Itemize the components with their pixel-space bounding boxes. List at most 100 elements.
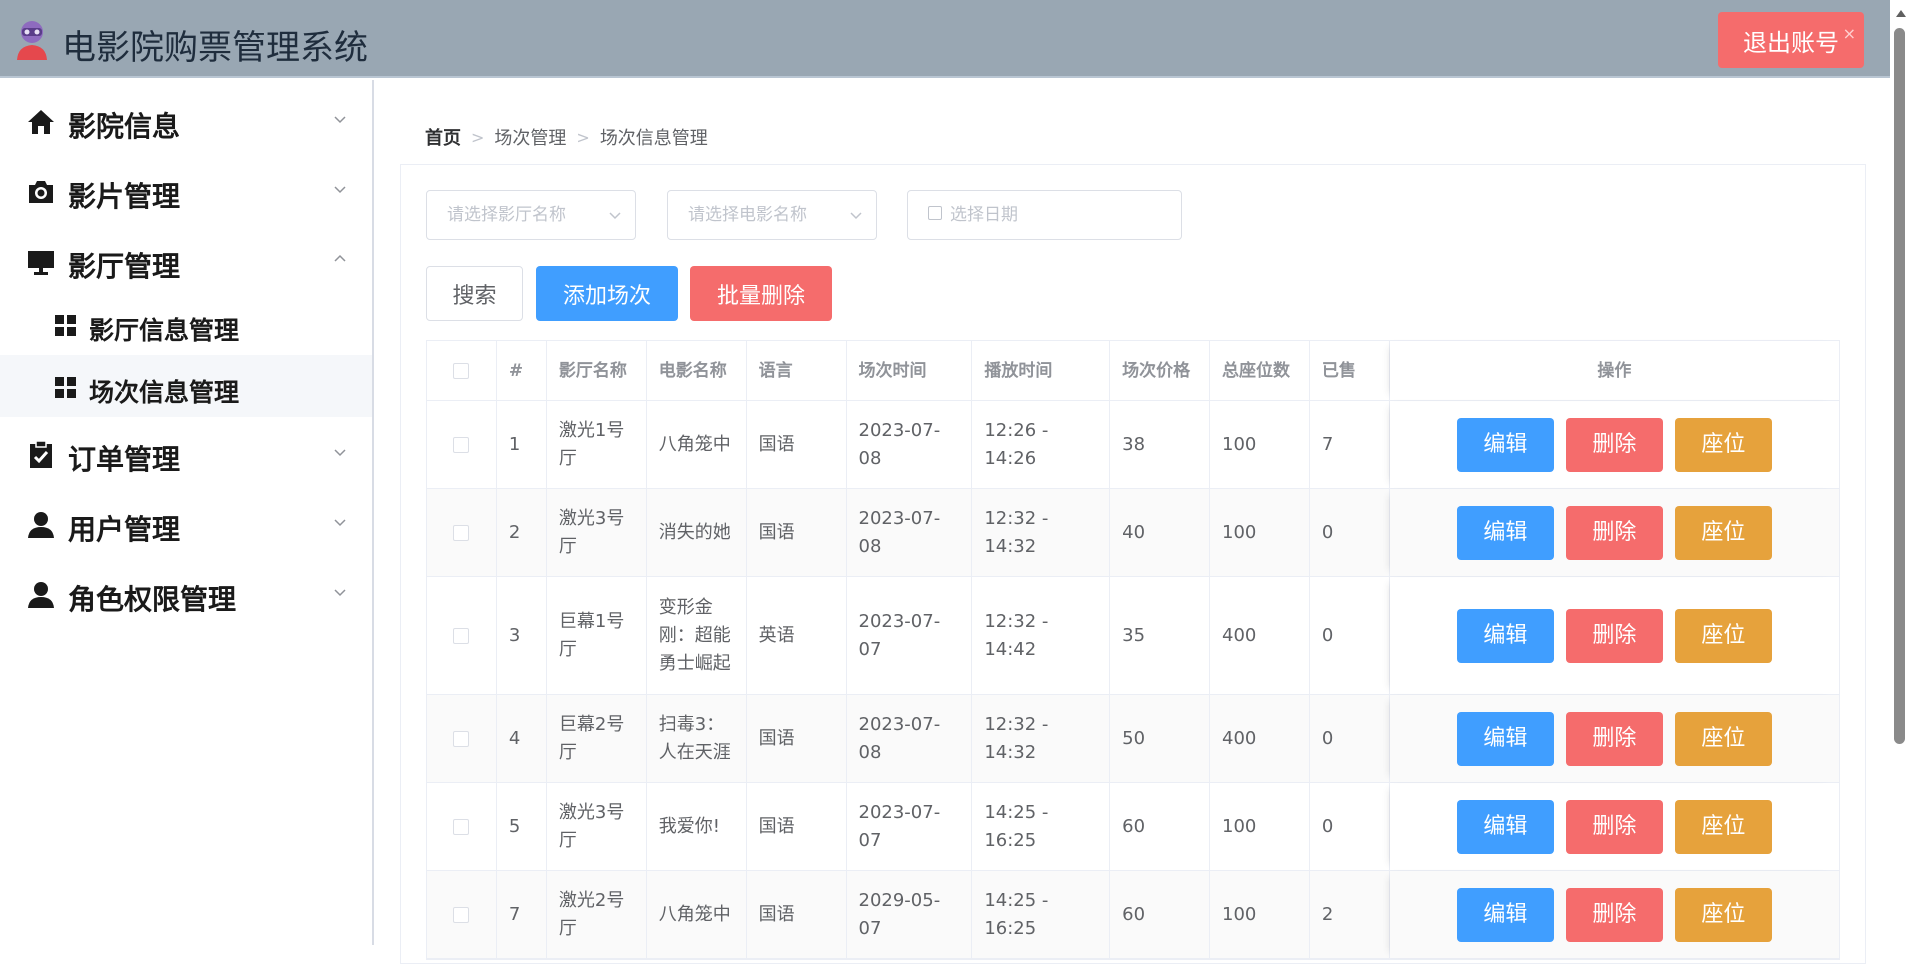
grid-icon bbox=[55, 377, 76, 398]
menu-user-management[interactable]: 用户管理 bbox=[0, 492, 372, 554]
menu-label: 影厅管理 bbox=[68, 250, 181, 283]
camera-icon bbox=[29, 181, 53, 203]
sidebar: 影院信息 影片管理 影厅管理 影厅信息管理 场次信息管理 订单管理 用户管理 角… bbox=[0, 80, 374, 945]
hall-select[interactable]: 请选择影厅名称 bbox=[426, 190, 636, 240]
menu-order-management[interactable]: 订单管理 bbox=[0, 422, 372, 484]
chevron-down-icon bbox=[850, 212, 862, 220]
delete-button[interactable]: 删除 bbox=[1565, 887, 1663, 942]
cell-price: 40 bbox=[1110, 489, 1210, 576]
header-price: 场次价格 bbox=[1110, 341, 1210, 400]
breadcrumb-session-management: 场次管理 bbox=[494, 128, 567, 149]
row-select-cell bbox=[427, 577, 497, 694]
cell-hall: 巨幕1号厅 bbox=[547, 577, 647, 694]
edit-button[interactable]: 编辑 bbox=[1456, 505, 1554, 560]
chevron-up-icon bbox=[334, 254, 346, 262]
search-button-label: 搜索 bbox=[452, 283, 497, 309]
edit-button[interactable]: 编辑 bbox=[1456, 608, 1554, 663]
delete-button[interactable]: 删除 bbox=[1565, 711, 1663, 766]
logout-button[interactable]: 退出账号 × bbox=[1718, 12, 1864, 68]
home-icon bbox=[28, 110, 54, 134]
cell-movie: 变形金刚：超能勇士崛起 bbox=[647, 577, 747, 694]
submenu-label: 影厅信息管理 bbox=[89, 316, 240, 345]
scrollbar-thumb[interactable] bbox=[1894, 28, 1905, 744]
cell-sold: 7 bbox=[1310, 401, 1390, 488]
cell-time: 12:32 - 14:32 bbox=[972, 489, 1111, 576]
chevron-down-icon bbox=[334, 116, 346, 124]
cell-sold: 0 bbox=[1310, 577, 1390, 694]
breadcrumb-session-info: 场次信息管理 bbox=[599, 128, 708, 149]
seat-button[interactable]: 座位 bbox=[1674, 711, 1772, 766]
seat-button[interactable]: 座位 bbox=[1674, 417, 1772, 472]
header-sold: 已售 bbox=[1310, 341, 1390, 400]
batch-delete-button[interactable]: 批量删除 bbox=[690, 266, 832, 321]
breadcrumb-home[interactable]: 首页 bbox=[425, 124, 461, 150]
seat-button[interactable]: 座位 bbox=[1674, 505, 1772, 560]
cell-language: 国语 bbox=[747, 489, 847, 576]
edit-button[interactable]: 编辑 bbox=[1456, 417, 1554, 472]
chevron-down-icon bbox=[334, 589, 346, 597]
cell-movie: 扫毒3：人在天涯 bbox=[647, 695, 747, 782]
user-icon bbox=[28, 512, 54, 538]
delete-button[interactable]: 删除 bbox=[1565, 505, 1663, 560]
row-select-cell bbox=[427, 489, 497, 576]
submenu-session-info[interactable]: 场次信息管理 bbox=[0, 355, 372, 417]
cell-sold: 0 bbox=[1310, 695, 1390, 782]
breadcrumb: 首页 > 场次管理 > 场次信息管理 bbox=[425, 124, 708, 150]
edit-button[interactable]: 编辑 bbox=[1456, 887, 1554, 942]
cell-time: 12:32 - 14:32 bbox=[972, 695, 1111, 782]
header-language: 语言 bbox=[747, 341, 847, 400]
add-session-button[interactable]: 添加场次 bbox=[536, 266, 678, 321]
row-checkbox[interactable] bbox=[453, 524, 470, 541]
row-checkbox[interactable] bbox=[453, 436, 470, 453]
row-checkbox[interactable] bbox=[453, 906, 470, 923]
cell-index: 3 bbox=[497, 577, 547, 694]
menu-cinema-info[interactable]: 影院信息 bbox=[0, 89, 372, 151]
cell-hall: 巨幕2号厅 bbox=[547, 695, 647, 782]
cell-total-seats: 100 bbox=[1210, 489, 1310, 576]
user-icon bbox=[28, 582, 54, 608]
menu-movie-management[interactable]: 影片管理 bbox=[0, 159, 372, 221]
close-icon: × bbox=[1842, 24, 1856, 43]
chevron-down-icon bbox=[334, 186, 346, 194]
hall-select-placeholder: 请选择影厅名称 bbox=[447, 205, 566, 225]
cell-time: 14:25 - 16:25 bbox=[972, 783, 1111, 870]
header-time: 播放时间 bbox=[972, 341, 1111, 400]
row-checkbox[interactable] bbox=[453, 730, 470, 747]
delete-button[interactable]: 删除 bbox=[1565, 608, 1663, 663]
cell-price: 60 bbox=[1110, 783, 1210, 870]
cell-sold: 0 bbox=[1310, 489, 1390, 576]
cell-price: 50 bbox=[1110, 695, 1210, 782]
date-picker[interactable]: 选择日期 bbox=[907, 190, 1182, 240]
batch-delete-button-label: 批量删除 bbox=[716, 283, 805, 309]
delete-button[interactable]: 删除 bbox=[1565, 799, 1663, 854]
menu-hall-management[interactable]: 影厅管理 bbox=[0, 229, 372, 291]
monitor-icon bbox=[28, 251, 54, 275]
cell-date: 2023-07-07 bbox=[847, 577, 973, 694]
app-header: 电影院购票管理系统 退出账号 × bbox=[0, 0, 1890, 78]
edit-button[interactable]: 编辑 bbox=[1456, 799, 1554, 854]
cell-ops: 编辑 删除 座位 bbox=[1390, 401, 1839, 488]
app-title: 电影院购票管理系统 bbox=[62, 28, 368, 68]
cell-ops: 编辑 删除 座位 bbox=[1390, 783, 1839, 870]
row-checkbox[interactable] bbox=[453, 627, 470, 644]
seat-button[interactable]: 座位 bbox=[1674, 608, 1772, 663]
cell-index: 5 bbox=[497, 783, 547, 870]
chevron-down-icon bbox=[334, 519, 346, 527]
scroll-up-arrow-icon[interactable] bbox=[1896, 10, 1906, 17]
seat-button[interactable]: 座位 bbox=[1674, 887, 1772, 942]
search-button[interactable]: 搜索 bbox=[426, 266, 523, 321]
menu-role-permission[interactable]: 角色权限管理 bbox=[0, 562, 372, 624]
delete-button[interactable]: 删除 bbox=[1565, 417, 1663, 472]
cell-index: 2 bbox=[497, 489, 547, 576]
row-select-cell bbox=[427, 783, 497, 870]
row-checkbox[interactable] bbox=[453, 818, 470, 835]
menu-label: 用户管理 bbox=[68, 513, 181, 546]
header-date: 场次时间 bbox=[847, 341, 973, 400]
movie-select[interactable]: 请选择电影名称 bbox=[667, 190, 877, 240]
header-index: # bbox=[497, 341, 547, 400]
select-all-checkbox[interactable] bbox=[453, 362, 470, 379]
submenu-hall-info[interactable]: 影厅信息管理 bbox=[0, 293, 372, 355]
seat-button[interactable]: 座位 bbox=[1674, 799, 1772, 854]
cell-total-seats: 100 bbox=[1210, 401, 1310, 488]
edit-button[interactable]: 编辑 bbox=[1456, 711, 1554, 766]
